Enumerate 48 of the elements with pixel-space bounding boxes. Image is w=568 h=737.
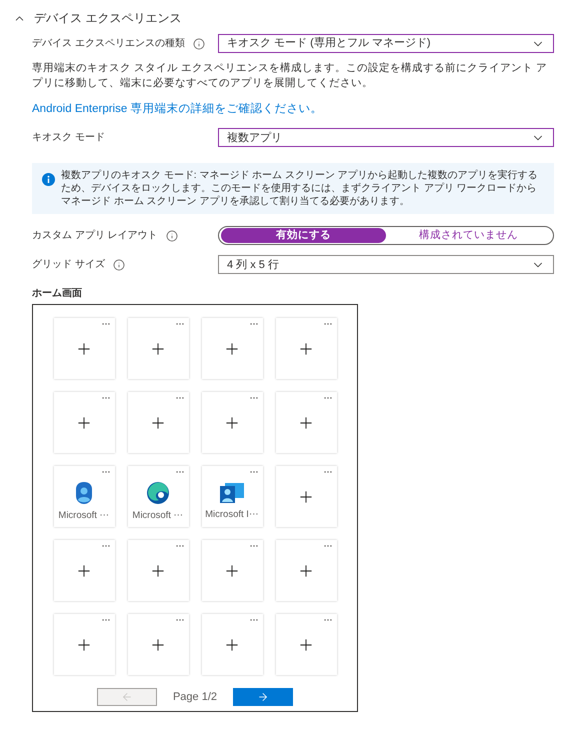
empty-tile[interactable] <box>128 318 188 380</box>
kiosk-mode-select[interactable]: 複数アプリ <box>218 128 554 148</box>
description-text: 専用端末のキオスク スタイル エクスペリエンスを構成します。この設定を構成する前にクライアント アプリに移動して、端末に必要なすべてのアプリを展開してください。 <box>32 61 548 91</box>
home-screen-title: ホーム画面 <box>32 287 82 302</box>
empty-tile[interactable] <box>202 614 262 676</box>
empty-tile[interactable] <box>54 318 114 380</box>
field-label: カスタム アプリ レイアウト <box>32 228 158 244</box>
empty-tile[interactable] <box>276 466 336 528</box>
swirl-logo-icon <box>146 480 170 505</box>
info-text: 複数アプリのキオスク モード: マネージド ホーム スクリーン アプリから起動した複数のアプリを実行するため、デバイスをロックします。このモードを使用するには、まずクライアント アプリ ワークロードからマネージド ホーム スクリーン アプリを承認して割り当てる必要があります。 <box>61 169 539 208</box>
empty-tile[interactable] <box>276 392 336 454</box>
grid-size-select[interactable]: 4 列 x 5 行 <box>218 255 554 274</box>
empty-tile[interactable] <box>128 392 188 454</box>
field-label: デバイス エクスペリエンスの種類 <box>32 36 185 51</box>
empty-tile[interactable] <box>276 614 336 676</box>
toggle-option[interactable]: 有効にする <box>221 228 386 244</box>
info-icon <box>192 38 205 50</box>
empty-tile[interactable] <box>202 392 262 454</box>
empty-tile[interactable] <box>54 540 114 602</box>
toggle-option[interactable]: 構成されていません <box>386 228 551 244</box>
field-label: グリッド サイズ <box>32 258 105 272</box>
app-label: Microsoft ⋯ <box>132 508 184 523</box>
learn-more-link[interactable]: Android Enterprise 専用端末の詳細をご確認ください。 <box>32 101 322 118</box>
info-icon <box>112 258 125 271</box>
app-label: Microsoft ⋯ <box>58 508 110 523</box>
person-screen-icon <box>219 482 245 504</box>
empty-tile[interactable] <box>276 318 336 380</box>
empty-tile[interactable] <box>202 318 262 380</box>
arrow-right-icon <box>257 691 270 704</box>
empty-tile[interactable] <box>128 540 188 602</box>
field-label: キオスク モード <box>32 131 105 146</box>
empty-tile[interactable] <box>202 540 262 602</box>
app-tile[interactable]: Microsoft ⋯ <box>128 466 188 528</box>
app-tile[interactable]: Microsoft I⋯ <box>202 466 262 528</box>
arrow-left-icon <box>120 691 133 704</box>
experience-type-select[interactable]: キオスク モード (専用とフル マネージド) <box>218 34 554 53</box>
empty-tile[interactable] <box>54 392 114 454</box>
app-label: Microsoft I⋯ <box>205 508 259 522</box>
next-page-button[interactable] <box>233 688 294 706</box>
shield-person-icon <box>73 480 95 505</box>
empty-tile[interactable] <box>54 614 114 676</box>
app-tile[interactable]: Microsoft ⋯ <box>54 466 114 528</box>
page-indicator: Page 1/2 <box>172 690 218 705</box>
info-icon <box>42 173 55 186</box>
empty-tile[interactable] <box>128 614 188 676</box>
section-title: デバイス エクスペリエンス <box>34 10 182 27</box>
info-icon <box>166 230 178 242</box>
empty-tile[interactable] <box>276 540 336 602</box>
